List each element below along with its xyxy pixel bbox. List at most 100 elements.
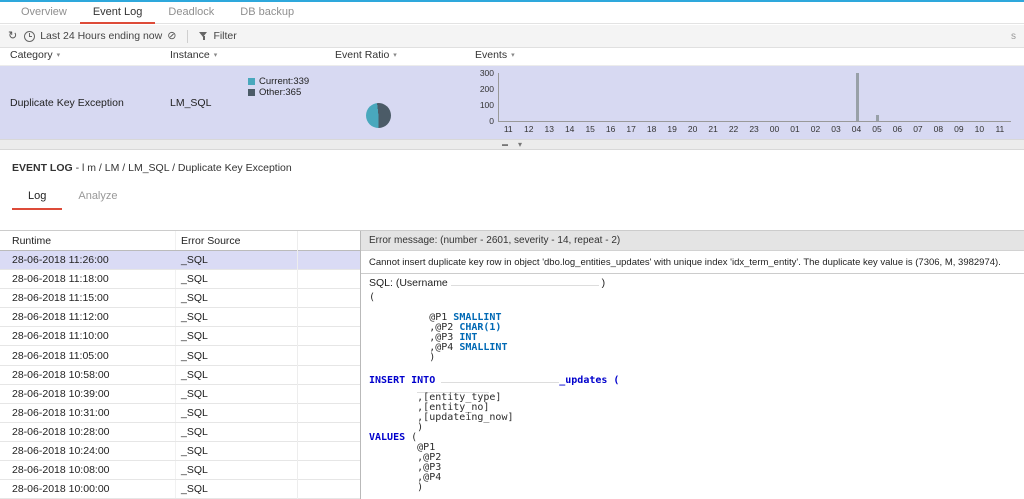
log-row[interactable]: 28-06-2018 10:31:00 _SQL — [0, 404, 360, 423]
log-row-error-source: _SQL — [181, 330, 208, 343]
sql-line: VALUES ( — [369, 433, 1016, 443]
detail-content: Runtime Error Source 28-06-2018 11:26:00… — [0, 230, 1024, 499]
caret-down-icon: ▾ — [213, 52, 218, 59]
log-row-runtime: 28-06-2018 10:00:00 — [12, 483, 110, 496]
sql-token: ) — [369, 482, 424, 493]
column-header-label: Category — [10, 49, 53, 61]
x-axis-tick: 19 — [667, 124, 677, 134]
toolbar-right-partial-text: s — [1011, 30, 1016, 42]
event-row[interactable]: Duplicate Key Exception LM_SQL Current:3… — [0, 66, 1024, 140]
redacted-text — [450, 276, 599, 286]
x-axis-tick: 21 — [708, 124, 718, 134]
log-row[interactable]: 28-06-2018 10:00:00 _SQL — [0, 480, 360, 499]
log-row-runtime: 28-06-2018 11:12:00 — [12, 311, 109, 324]
detail-tab-analyze[interactable]: Analyze — [62, 184, 133, 210]
filter-icon — [199, 31, 208, 41]
time-range-selector[interactable]: Last 24 Hours ending now ⊘ — [24, 30, 176, 42]
filter-button[interactable]: Filter — [199, 30, 237, 42]
legend-swatch — [248, 78, 255, 85]
events-bar-chart: 300 200 100 0 11 12 13 14 15 16 17 18 19 20 21 22 23 00 0… — [472, 68, 1020, 137]
breadcrumb: EVENT LOG - l m / LM / LM_SQL / Duplicat… — [12, 162, 292, 174]
column-header-label: Event Ratio — [335, 49, 390, 61]
x-axis-tick: 03 — [831, 124, 841, 134]
chart-bar — [876, 114, 880, 121]
top-tab-event-log[interactable]: Event Log — [79, 2, 156, 24]
log-row-error-source: _SQL — [181, 292, 208, 305]
x-axis-tick: 17 — [626, 124, 636, 134]
redacted-text — [441, 373, 560, 383]
y-axis-tick: 300 — [479, 68, 494, 78]
column-header-category[interactable]: Category ▾ — [10, 49, 60, 61]
y-axis-tick: 200 — [479, 84, 494, 94]
column-header-events[interactable]: Events ▾ — [475, 49, 515, 61]
legend-item: Current:339 — [248, 76, 309, 87]
splitter-collapse-icon[interactable]: ▬ — [502, 142, 508, 148]
log-row[interactable]: 28-06-2018 11:18:00 _SQL — [0, 270, 360, 290]
log-row[interactable]: 28-06-2018 10:24:00 _SQL — [0, 442, 360, 462]
top-tab-deadlock[interactable]: Deadlock — [155, 2, 227, 24]
x-axis-tick: 14 — [564, 124, 575, 134]
x-axis-tick: 11 — [995, 124, 1005, 134]
x-axis-tick: 06 — [892, 124, 903, 134]
log-row[interactable]: 28-06-2018 11:26:00 _SQL — [0, 251, 360, 271]
chart-bar — [855, 73, 859, 121]
x-axis-tick: 07 — [913, 124, 923, 134]
x-axis-tick: 09 — [954, 124, 964, 134]
detail-tab-log[interactable]: Log — [12, 184, 63, 210]
log-row[interactable]: 28-06-2018 10:08:00 _SQL — [0, 461, 360, 481]
refresh-icon[interactable]: ↻ — [8, 30, 17, 42]
x-axis-tick: 12 — [523, 124, 534, 134]
log-row-error-source: _SQL — [181, 406, 208, 419]
x-axis-tick: 10 — [974, 124, 985, 134]
log-row-error-source: _SQL — [181, 368, 208, 381]
event-ratio-pie-chart — [366, 103, 391, 128]
log-row[interactable]: 28-06-2018 10:28:00 _SQL — [0, 423, 360, 442]
y-axis: 300 200 100 0 — [472, 68, 496, 126]
log-row-runtime: 28-06-2018 11:26:00 — [12, 254, 109, 267]
log-row[interactable]: 28-06-2018 11:15:00 _SQL — [0, 289, 360, 309]
column-header-instance[interactable]: Instance ▾ — [170, 49, 217, 61]
log-table-header: Runtime Error Source — [0, 231, 360, 251]
log-row[interactable]: 28-06-2018 11:05:00 _SQL — [0, 346, 360, 366]
x-axis-tick: 18 — [646, 124, 657, 134]
top-tab-overview[interactable]: Overview — [8, 2, 80, 24]
top-tab-db-backup[interactable]: DB backup — [227, 2, 307, 24]
time-range-end-icon: ⊘ — [167, 29, 177, 42]
toolbar-separator — [187, 29, 189, 43]
legend-swatch — [248, 89, 255, 96]
column-header-error-source[interactable]: Error Source — [181, 235, 241, 247]
log-row-error-source: _SQL — [181, 425, 208, 438]
log-row[interactable]: 28-06-2018 10:39:00 _SQL — [0, 385, 360, 404]
toolbar: ↻ Last 24 Hours ending now ⊘ Filter s — [0, 25, 1024, 48]
log-row-error-source: _SQL — [181, 349, 208, 362]
log-row-runtime: 28-06-2018 10:24:00 — [12, 444, 110, 457]
panel-splitter[interactable]: ▬ ▾ — [0, 139, 1024, 150]
legend-item: Other:365 — [248, 87, 309, 98]
column-header-event-ratio[interactable]: Event Ratio ▾ — [335, 49, 397, 61]
sql-token: SMALLINT — [459, 342, 508, 353]
log-row-runtime: 28-06-2018 10:08:00 — [12, 464, 110, 477]
top-tab-bar: Overview Event Log Deadlock DB backup — [0, 2, 1024, 24]
log-table: Runtime Error Source 28-06-2018 11:26:00… — [0, 231, 361, 499]
log-row-runtime: 28-06-2018 10:31:00 — [12, 406, 110, 419]
log-row-error-source: _SQL — [181, 464, 208, 477]
event-table-header: Category ▾ Instance ▾ Event Ratio ▾ Events ▾ — [0, 48, 1024, 66]
sql-line: ,@P3 — [369, 463, 1016, 473]
log-row-runtime: 28-06-2018 10:58:00 — [12, 368, 110, 381]
sql-line: ,@P4 — [369, 473, 1016, 483]
log-row[interactable]: 28-06-2018 10:58:00 _SQL — [0, 366, 360, 385]
caret-down-icon: ▾ — [393, 52, 397, 59]
column-header-runtime[interactable]: Runtime — [12, 235, 51, 247]
breadcrumb-path: - l m / LM / LM_SQL / Duplicate Key Exce… — [72, 162, 292, 174]
log-row-error-source: _SQL — [181, 483, 208, 496]
log-row[interactable]: 28-06-2018 11:12:00 _SQL — [0, 308, 360, 328]
clock-icon — [24, 30, 36, 42]
chevron-down-icon[interactable]: ▾ — [518, 140, 522, 149]
x-axis-tick: 00 — [769, 124, 780, 134]
sql-label: SQL: (Username — [369, 277, 448, 289]
log-row[interactable]: 28-06-2018 11:10:00 _SQL — [0, 327, 360, 347]
x-axis-tick: 16 — [605, 124, 616, 134]
log-row-runtime: 28-06-2018 10:39:00 — [12, 387, 110, 400]
x-axis-tick: 08 — [933, 124, 944, 134]
log-row-runtime: 28-06-2018 11:10:00 — [12, 330, 109, 343]
